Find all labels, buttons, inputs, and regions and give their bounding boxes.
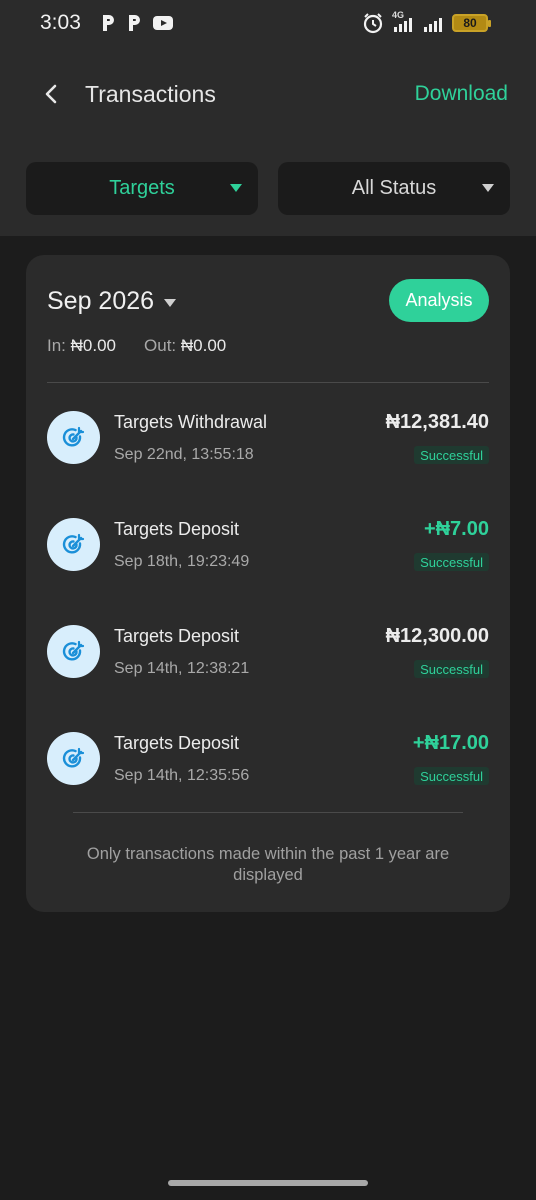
transaction-amount: +₦17.00 (412, 732, 489, 754)
target-icon (47, 518, 100, 571)
page-title: Transactions (85, 81, 216, 107)
status-badge: Successful (414, 446, 489, 464)
status-filter-label: All Status (351, 177, 437, 199)
transaction-amount: ₦12,381.40 (385, 411, 489, 433)
transaction-amount: +₦7.00 (423, 518, 489, 540)
status-badge: Successful (414, 660, 489, 678)
totals: In: ₦0.00 Out: ₦0.00 (47, 336, 226, 356)
p-icon (126, 13, 142, 33)
month-label: Sep 2026 (47, 287, 155, 315)
home-indicator[interactable] (168, 1180, 368, 1186)
p-icon (100, 13, 116, 33)
caret-down-icon (164, 298, 177, 307)
divider (47, 382, 489, 383)
transaction-date: Sep 14th, 12:35:56 (114, 767, 250, 784)
target-icon (47, 411, 100, 464)
in-total: In: ₦0.00 (47, 336, 117, 355)
transaction-row[interactable]: Targets Deposit Sep 18th, 19:23:49 +₦7.00 S… (26, 518, 510, 625)
status-bar: 3:03 4G 80 (0, 0, 536, 48)
status-left-icons (100, 13, 174, 33)
status-badge: Successful (414, 553, 489, 571)
transaction-amount: ₦12,300.00 (385, 625, 489, 647)
month-selector[interactable]: Sep 2026 (47, 287, 177, 316)
transaction-title: Targets Deposit (114, 626, 240, 646)
signal-icon (422, 13, 444, 33)
status-filter-dropdown[interactable]: All Status (278, 162, 510, 215)
transaction-date: Sep 18th, 19:23:49 (114, 553, 250, 570)
battery-icon: 80 (452, 14, 491, 32)
transaction-row[interactable]: Targets Deposit Sep 14th, 12:38:21 ₦12,300… (26, 625, 510, 732)
back-icon[interactable] (38, 80, 66, 108)
transaction-date: Sep 22nd, 13:55:18 (114, 446, 254, 463)
status-time: 3:03 (40, 11, 81, 34)
transaction-date: Sep 14th, 12:38:21 (114, 660, 250, 677)
youtube-icon (152, 14, 174, 32)
caret-down-icon (230, 184, 242, 192)
out-total: Out: ₦0.00 (144, 336, 227, 355)
divider (73, 812, 463, 813)
status-badge: Successful (414, 767, 489, 785)
analysis-button[interactable]: Analysis (389, 279, 489, 322)
transaction-title: Targets Deposit (114, 519, 240, 539)
target-icon (47, 625, 100, 678)
category-filter-dropdown[interactable]: Targets (26, 162, 258, 215)
header: Transactions Download (0, 66, 536, 122)
transaction-title: Targets Deposit (114, 733, 240, 753)
caret-down-icon (482, 184, 494, 192)
transaction-title: Targets Withdrawal (114, 412, 268, 432)
transactions-card: Sep 2026 Analysis In: ₦0.00 Out: ₦0.00 T… (26, 255, 510, 912)
status-right-icons: 4G 80 (362, 10, 491, 34)
download-button[interactable]: Download (415, 82, 508, 106)
alarm-icon (362, 12, 384, 34)
transaction-row[interactable]: Targets Withdrawal Sep 22nd, 13:55:18 ₦12,… (26, 411, 510, 518)
footnote: Only transactions made within the past 1… (86, 845, 450, 884)
signal-4g-icon: 4G (392, 10, 414, 33)
transaction-row[interactable]: Targets Deposit Sep 14th, 12:35:56 +₦17.00… (26, 732, 510, 839)
category-filter-label: Targets (109, 177, 175, 199)
target-icon (47, 732, 100, 785)
